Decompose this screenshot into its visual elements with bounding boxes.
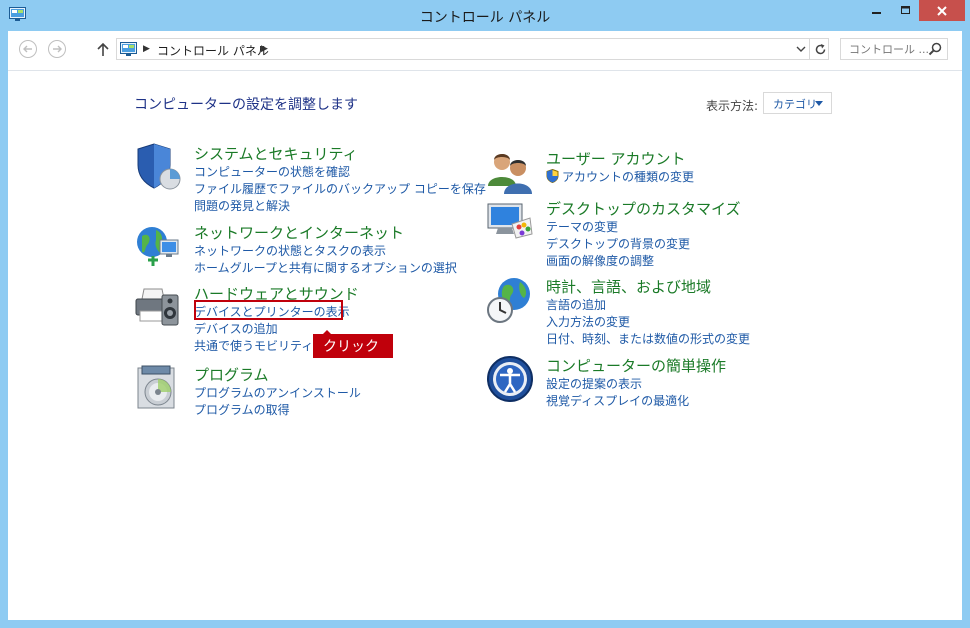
link-uninstall-program[interactable]: プログラムのアンインストール: [194, 384, 361, 401]
forward-button[interactable]: [47, 39, 67, 59]
link-change-date-time-format[interactable]: 日付、時刻、または数値の形式の変更: [546, 330, 750, 347]
search-box[interactable]: [840, 38, 948, 60]
dropdown-caret-icon: [815, 101, 823, 106]
link-change-desktop-background[interactable]: デスクトップの背景の変更: [546, 235, 690, 252]
view-by-label: 表示方法:: [706, 99, 759, 113]
maximize-button[interactable]: [892, 0, 919, 21]
chevron-down-icon: [796, 46, 806, 52]
category-title[interactable]: ユーザー アカウント: [546, 148, 685, 169]
highlight-box: [194, 300, 343, 320]
client-area: ▶ コントロール パネル ▶ コントロール ... コンピューターの設定を調整し…: [8, 31, 962, 620]
uac-shield-icon: [546, 169, 559, 183]
shield-icon[interactable]: [134, 143, 182, 191]
users-icon[interactable]: [486, 148, 534, 196]
window-title: コントロール パネル: [419, 10, 551, 26]
page-heading: コンピューターの設定を調整します: [134, 97, 358, 113]
control-panel-icon: [120, 42, 137, 60]
breadcrumb-control-panel[interactable]: コントロール パネル: [157, 42, 269, 59]
link-network-status[interactable]: ネットワークの状態とタスクの表示: [194, 242, 457, 259]
link-label: アカウントの種類の変更: [562, 170, 695, 184]
refresh-button[interactable]: [809, 39, 830, 59]
network-globe-icon[interactable]: [134, 222, 182, 270]
address-dropdown-button[interactable]: [793, 41, 809, 57]
link-troubleshoot[interactable]: 問題の発見と解決: [194, 197, 486, 214]
category-title[interactable]: 時計、言語、および地域: [546, 276, 711, 297]
printer-speaker-icon[interactable]: [134, 283, 182, 331]
maximize-icon: [900, 5, 910, 14]
category-title[interactable]: プログラム: [194, 364, 269, 385]
breadcrumb-chevron-icon[interactable]: ▶: [143, 44, 150, 54]
back-button[interactable]: [18, 39, 38, 59]
breadcrumb-chevron-icon[interactable]: ▶: [261, 44, 268, 54]
link-check-computer-status[interactable]: コンピューターの状態を確認: [194, 163, 486, 180]
category-title[interactable]: デスクトップのカスタマイズ: [546, 198, 741, 219]
callout-label: クリック: [323, 339, 379, 355]
link-adjust-resolution[interactable]: 画面の解像度の調整: [546, 252, 690, 269]
link-homegroup-sharing[interactable]: ホームグループと共有に関するオプションの選択: [194, 259, 457, 276]
navigation-bar: ▶ コントロール パネル ▶: [8, 31, 962, 71]
view-by-select[interactable]: カテゴリ: [763, 92, 832, 114]
clock-globe-icon[interactable]: [486, 276, 534, 324]
link-change-account-type[interactable]: アカウントの種類の変更: [546, 168, 694, 185]
monitor-palette-icon[interactable]: [486, 198, 534, 246]
link-file-history-backup[interactable]: ファイル履歴でファイルのバックアップ コピーを保存: [194, 180, 486, 197]
up-button[interactable]: [93, 39, 113, 59]
minimize-button[interactable]: [862, 0, 892, 21]
program-disc-icon[interactable]: [134, 364, 182, 412]
category-title[interactable]: ネットワークとインターネット: [194, 222, 404, 243]
forward-arrow-icon: [48, 40, 66, 58]
back-arrow-icon: [19, 40, 37, 58]
category-title[interactable]: コンピューターの簡単操作: [546, 355, 726, 376]
search-input[interactable]: [841, 39, 933, 59]
link-get-programs[interactable]: プログラムの取得: [194, 401, 361, 418]
title-bar[interactable]: コントロール パネル: [0, 0, 970, 31]
ease-of-access-icon[interactable]: [486, 355, 534, 403]
link-change-input-method[interactable]: 入力方法の変更: [546, 313, 750, 330]
close-icon: [937, 5, 947, 16]
link-add-language[interactable]: 言語の追加: [546, 296, 750, 313]
search-icon[interactable]: [927, 41, 943, 60]
link-optimize-visual-display[interactable]: 視覚ディスプレイの最適化: [546, 392, 689, 409]
link-get-recommendations[interactable]: 設定の提案の表示: [546, 375, 689, 392]
refresh-icon: [815, 43, 825, 54]
up-arrow-icon: [97, 42, 109, 56]
category-title[interactable]: システムとセキュリティ: [194, 143, 358, 164]
minimize-icon: [872, 11, 881, 14]
view-by-value: カテゴリ: [773, 98, 817, 111]
main-content: コンピューターの設定を調整します 表示方法: カテゴリ システムとセキュリティ: [8, 71, 962, 620]
close-button[interactable]: [919, 0, 965, 21]
address-bar[interactable]: ▶ コントロール パネル ▶: [116, 38, 829, 60]
window-frame: コントロール パネル ▶ コントロール パネル ▶ コントロール ... コンピ…: [0, 0, 970, 628]
link-change-theme[interactable]: テーマの変更: [546, 218, 690, 235]
